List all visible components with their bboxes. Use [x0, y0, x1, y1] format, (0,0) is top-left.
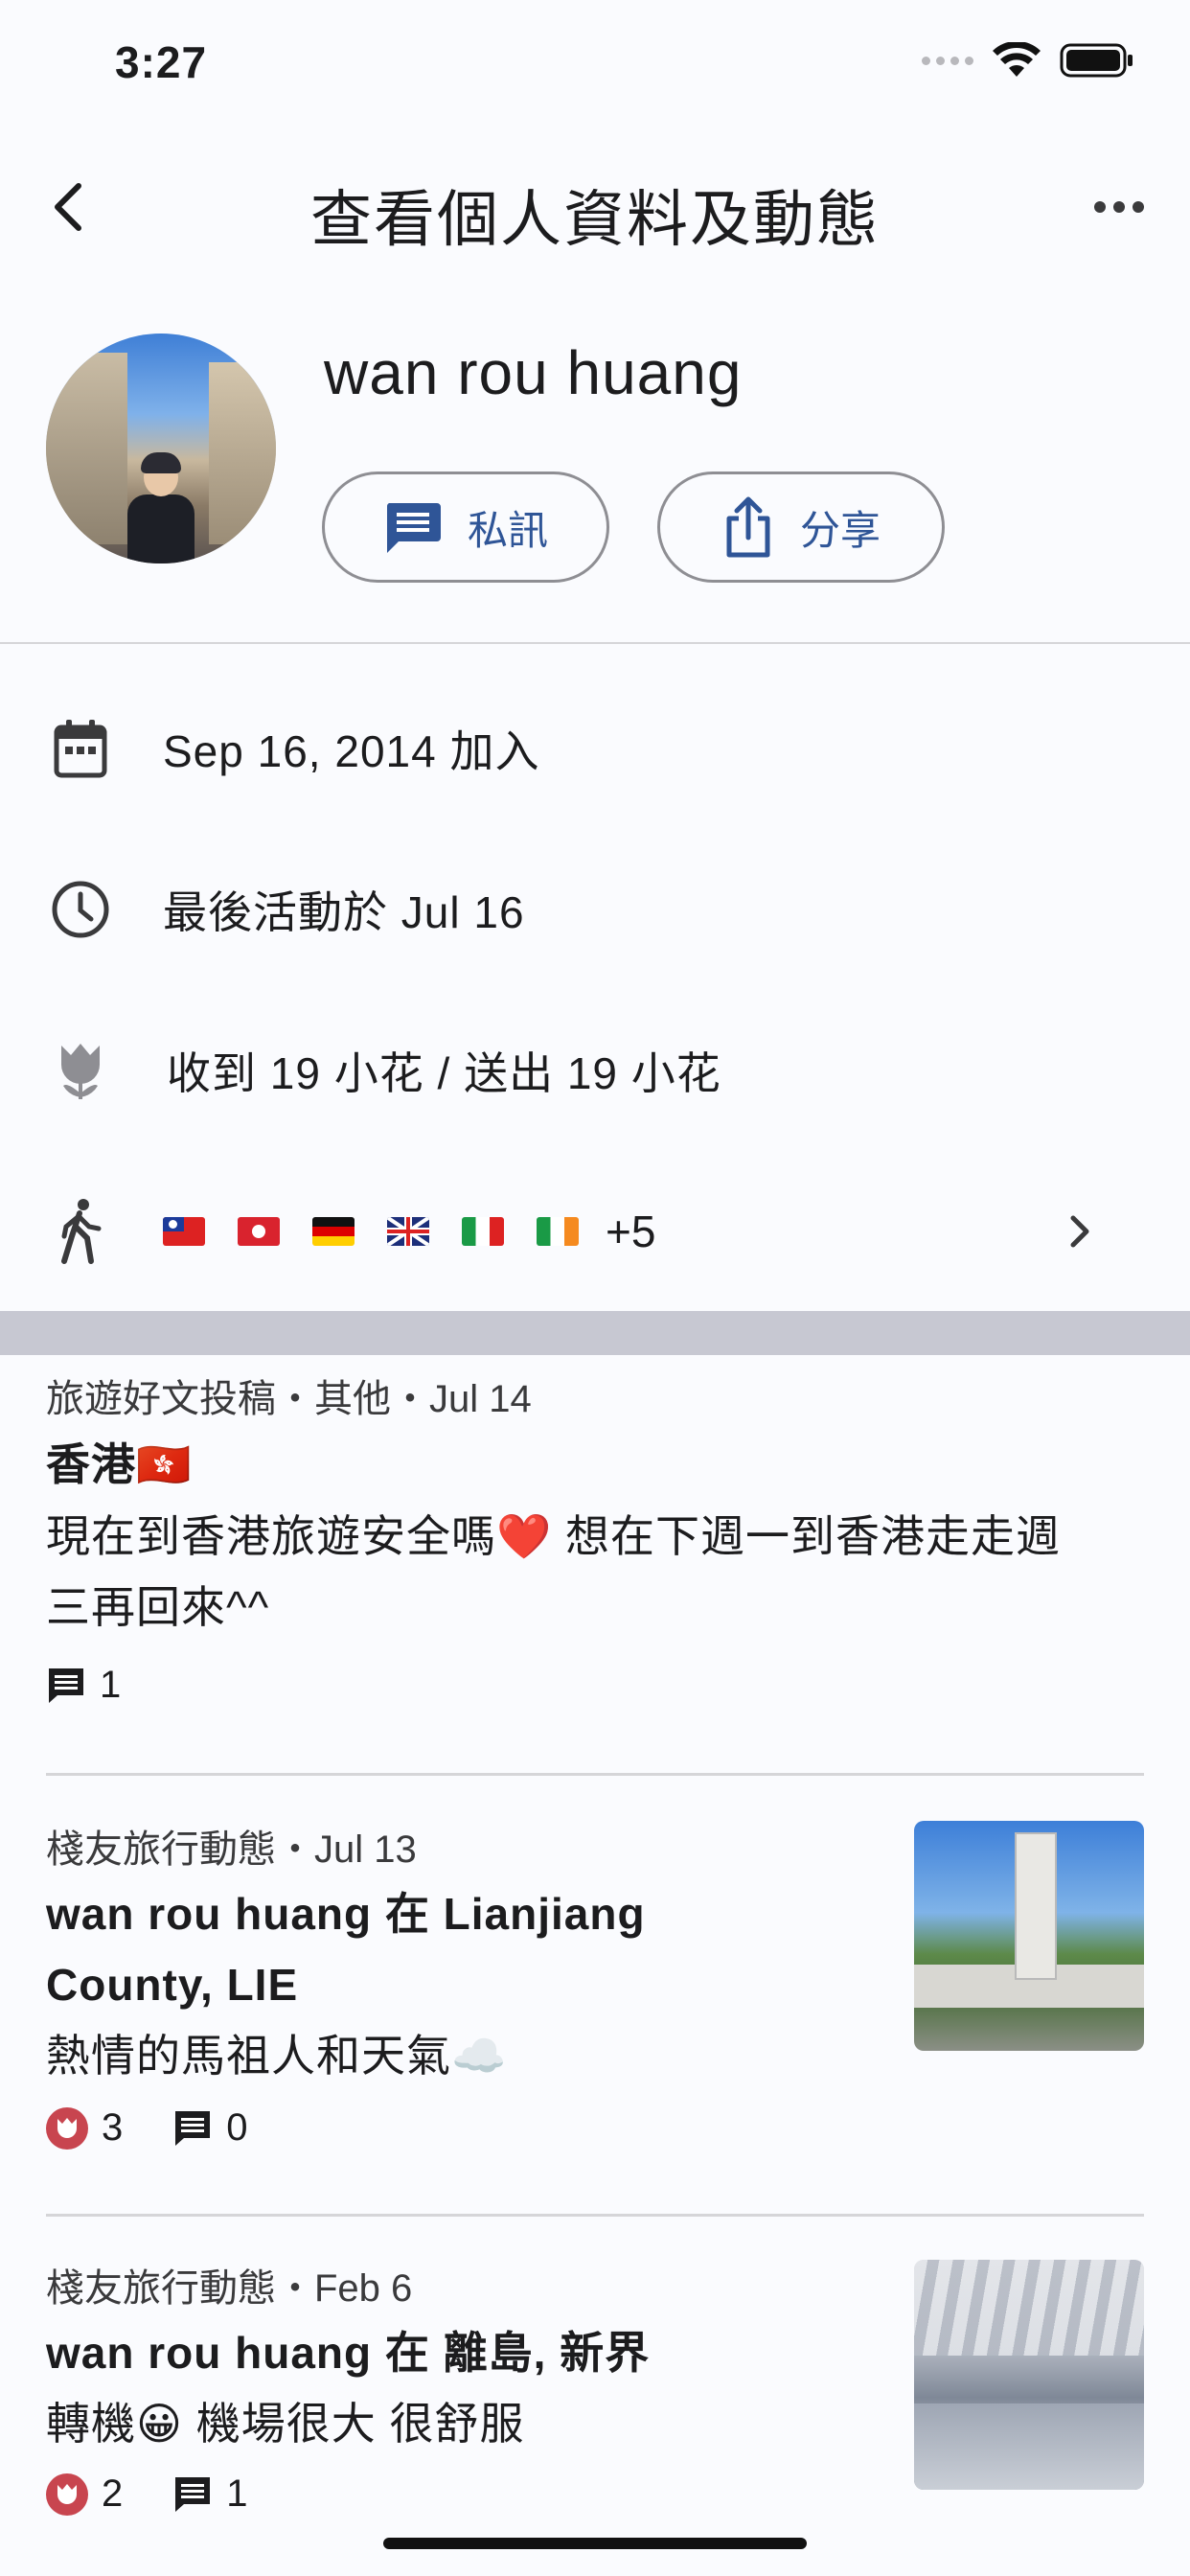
- post-title-line: wan rou huang 在 Lianjiang: [46, 1889, 646, 1939]
- home-indicator[interactable]: [383, 2538, 807, 2549]
- calendar-icon: [42, 710, 119, 787]
- comment-count: 1: [226, 2472, 248, 2515]
- visited-countries-row[interactable]: +5: [0, 1188, 1190, 1275]
- comment-stat: 0: [172, 2106, 248, 2150]
- flowers-row: 收到 19 小花 / 送出 19 小花: [0, 1027, 1190, 1114]
- comment-count: 1: [100, 1664, 122, 1706]
- flag-italy-icon: [462, 1217, 504, 1246]
- post-meta: 旅遊好文投稿・其他・Jul 14: [46, 1378, 532, 1420]
- comment-count: 0: [226, 2106, 248, 2149]
- post-body-line: 現在到香港旅遊安全嗎❤️ 想在下週一到香港走走週: [46, 1511, 1062, 1561]
- post-thumbnail[interactable]: [914, 2260, 1144, 2490]
- post-item[interactable]: 棧友旅行動態・Jul 13 wan rou huang 在 Lianjiang …: [46, 1821, 880, 2150]
- wifi-icon: [993, 42, 1041, 77]
- last-active: 最後活動於 Jul 16: [163, 887, 525, 937]
- flower-stat: 3: [46, 2106, 123, 2150]
- post-meta: 棧友旅行動態・Jul 13: [46, 1828, 417, 1871]
- post-meta: 棧友旅行動態・Feb 6: [46, 2267, 413, 2310]
- share-icon: [726, 496, 770, 558]
- more-countries-count: +5: [606, 1207, 656, 1256]
- status-icons: [922, 42, 1134, 79]
- message-button-label: 私訊: [467, 507, 548, 553]
- post-item[interactable]: 旅遊好文投稿・其他・Jul 14 香港🇭🇰 現在到香港旅遊安全嗎❤️ 想在下週一…: [46, 1370, 1148, 1707]
- message-button[interactable]: 私訊: [322, 472, 609, 583]
- page-title: 查看個人資料及動態: [310, 185, 880, 254]
- chat-icon: [386, 503, 441, 553]
- post-title: wan rou huang 在 離島, 新界: [46, 2328, 651, 2378]
- flag-hong-kong-icon: [238, 1217, 280, 1246]
- divider: [46, 1773, 1144, 1776]
- signal-icon: [922, 56, 973, 65]
- tulip-icon: [42, 1032, 119, 1109]
- comment-icon: [175, 2110, 211, 2146]
- divider: [46, 2214, 1144, 2217]
- post-thumbnail[interactable]: [914, 1821, 1144, 2051]
- flower-count: 2: [102, 2472, 124, 2515]
- flowers-count: 收到 19 小花 / 送出 19 小花: [167, 1048, 721, 1098]
- post-item[interactable]: 棧友旅行動態・Feb 6 wan rou huang 在 離島, 新界 轉機😀 …: [46, 2260, 880, 2516]
- chevron-right-icon[interactable]: [1060, 1212, 1098, 1251]
- comment-icon: [175, 2476, 211, 2512]
- post-title: 香港🇭🇰: [46, 1439, 193, 1489]
- flower-icon: [46, 2106, 88, 2150]
- walking-person-icon: [42, 1193, 119, 1270]
- flower-stat: 2: [46, 2472, 123, 2516]
- comment-stat: 1: [46, 1664, 1148, 1707]
- flag-taiwan-icon: [163, 1217, 205, 1246]
- profile-name: wan rou huang: [324, 338, 743, 407]
- share-button-label: 分享: [799, 507, 881, 553]
- flag-uk-icon: [387, 1217, 429, 1246]
- post-title-line: County, LIE: [46, 1960, 299, 2010]
- last-active-row: 最後活動於 Jul 16: [0, 866, 1190, 953]
- country-flags: +5: [163, 1206, 655, 1257]
- status-time: 3:27: [115, 37, 208, 87]
- flower-count: 3: [102, 2106, 124, 2149]
- post-body-line: 三再回來^^: [46, 1582, 270, 1632]
- section-separator: [0, 1311, 1190, 1355]
- share-button[interactable]: 分享: [657, 472, 945, 583]
- flag-germany-icon: [312, 1217, 355, 1246]
- divider: [0, 642, 1190, 644]
- avatar[interactable]: [46, 334, 276, 564]
- post-body: 熱情的馬祖人和天氣☁️: [46, 2031, 508, 2081]
- more-options-icon[interactable]: [1094, 201, 1144, 213]
- comment-stat: 1: [172, 2472, 248, 2516]
- clock-icon: [42, 871, 119, 948]
- flower-icon: [46, 2472, 88, 2516]
- comment-icon: [49, 1668, 83, 1703]
- battery-icon: [1060, 43, 1133, 78]
- joined-date: Sep 16, 2014 加入: [163, 726, 540, 776]
- joined-row: Sep 16, 2014 加入: [0, 705, 1190, 792]
- flag-ireland-icon: [537, 1217, 579, 1246]
- post-body: 轉機😀 機場很大 很舒服: [46, 2399, 525, 2449]
